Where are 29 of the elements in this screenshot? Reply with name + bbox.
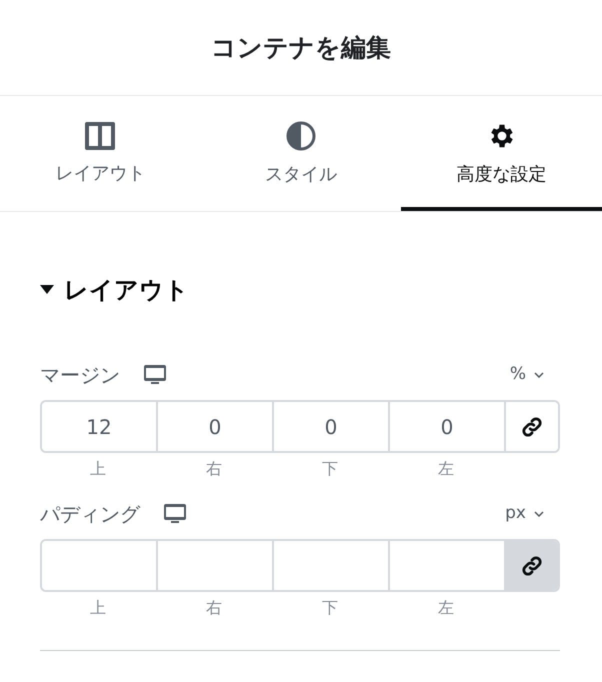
panel-title: コンテナを編集 — [211, 32, 391, 62]
link-icon — [521, 416, 543, 438]
field-label: 右 — [205, 597, 223, 619]
link-button[interactable] — [506, 541, 558, 590]
desktop-icon[interactable] — [144, 365, 166, 385]
contrast-icon — [286, 121, 316, 151]
input-field[interactable]: 12 — [42, 402, 158, 451]
unit-dropdown[interactable]: % — [510, 362, 544, 388]
link-icon — [521, 554, 543, 576]
field-label: 下 — [321, 458, 339, 480]
chevron-icon — [534, 511, 544, 517]
columns-icon — [85, 122, 116, 150]
caret-icon — [40, 285, 54, 295]
field-label: 左 — [437, 597, 455, 619]
field-label: 右 — [205, 458, 223, 480]
field-label: 上 — [89, 597, 107, 619]
section-toggle[interactable]: レイアウト — [40, 272, 189, 308]
chevron-icon — [534, 372, 544, 378]
field-label: 上 — [89, 458, 107, 480]
input-field[interactable] — [42, 541, 158, 590]
desktop-icon[interactable] — [164, 504, 186, 524]
tab[interactable]: レイアウト — [0, 96, 201, 211]
field-label: 下 — [321, 597, 339, 619]
tab[interactable]: 高度な設定 — [401, 96, 602, 211]
tab[interactable]: スタイル — [200, 96, 402, 211]
field-label: 左 — [437, 458, 455, 480]
unit-dropdown[interactable]: px — [505, 501, 544, 527]
control-label: パディング — [40, 501, 140, 528]
control-label: マージン — [40, 362, 120, 389]
